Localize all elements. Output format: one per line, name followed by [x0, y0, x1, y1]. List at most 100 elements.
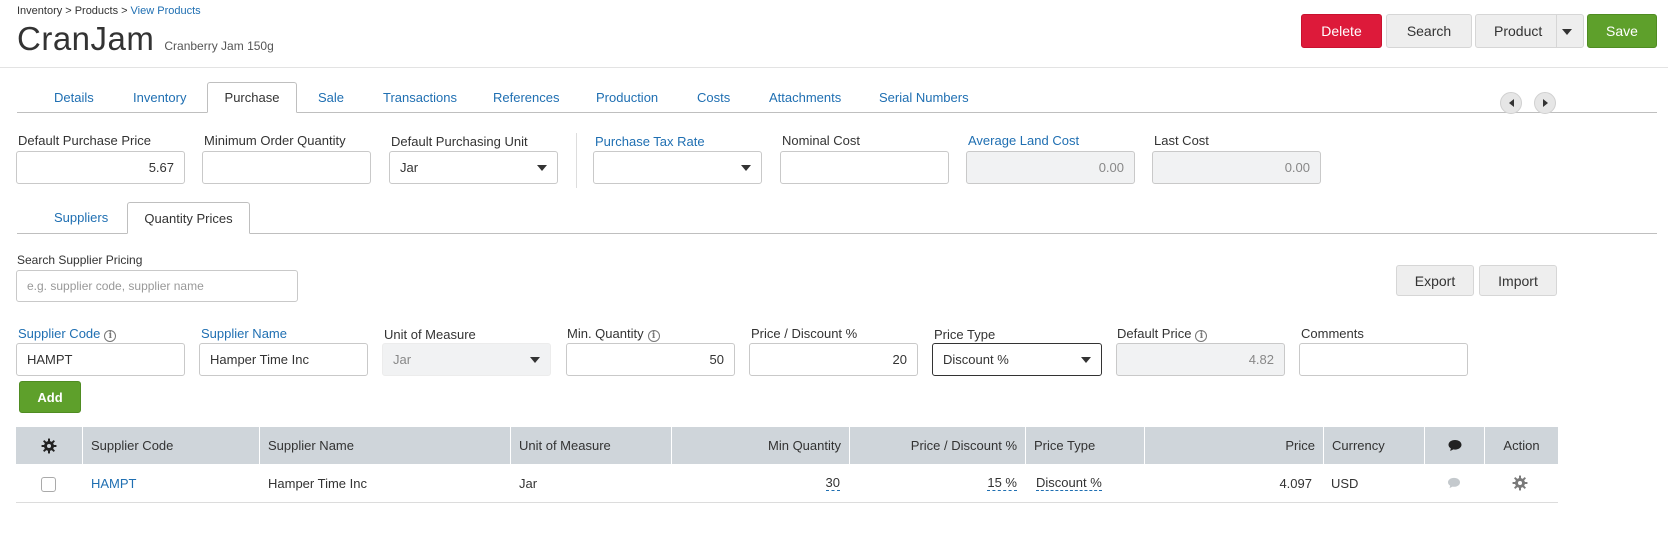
tab-inventory[interactable]: Inventory: [133, 90, 186, 105]
purchase-tax-rate-label[interactable]: Purchase Tax Rate: [595, 134, 705, 149]
column-min-quantity[interactable]: Min Quantity: [671, 427, 849, 464]
column-settings-button[interactable]: [16, 427, 81, 464]
default-purchasing-unit-value: Jar: [400, 160, 419, 175]
min-quantity-label: Min. Quantity i: [567, 326, 660, 342]
average-land-cost-input: 0.00: [966, 151, 1135, 184]
unit-of-measure-label: Unit of Measure: [384, 327, 476, 342]
row-supplier-code-link[interactable]: HAMPT: [91, 474, 137, 492]
tabs-scroll-left-button[interactable]: [1500, 92, 1522, 114]
nominal-cost-label: Nominal Cost: [782, 133, 861, 148]
column-currency[interactable]: Currency: [1323, 427, 1424, 464]
breadcrumb-separator: >: [65, 5, 72, 17]
row-divider: [16, 502, 1558, 503]
search-button[interactable]: Search: [1386, 14, 1472, 48]
breadcrumb-inventory[interactable]: Inventory: [17, 5, 62, 17]
min-quantity-label-text: Min. Quantity: [567, 326, 644, 341]
row-price-type-value[interactable]: Discount %: [1036, 475, 1102, 491]
row-currency: USD: [1331, 475, 1359, 491]
row-select-checkbox[interactable]: [41, 477, 56, 492]
row-action-button[interactable]: [1512, 474, 1529, 492]
subtab-quantity-prices[interactable]: Quantity Prices: [127, 202, 250, 234]
search-supplier-pricing-input[interactable]: e.g. supplier code, supplier name: [16, 270, 298, 302]
search-supplier-pricing-label: Search Supplier Pricing: [17, 253, 143, 267]
page-subtitle: Cranberry Jam 150g: [164, 39, 274, 53]
row-min-quantity-value[interactable]: 30: [825, 475, 840, 491]
tab-details[interactable]: Details: [54, 90, 94, 105]
caret-down-icon: [537, 165, 547, 171]
average-land-cost-label[interactable]: Average Land Cost: [968, 133, 1079, 148]
page-title: CranJam: [17, 20, 155, 57]
purchase-tax-rate-select[interactable]: [593, 151, 762, 184]
price-type-select[interactable]: Discount %: [932, 343, 1102, 376]
export-button[interactable]: Export: [1396, 265, 1474, 296]
supplier-name-input[interactable]: Hamper Time Inc: [199, 343, 368, 376]
tab-references[interactable]: References: [493, 90, 559, 105]
tab-attachments[interactable]: Attachments: [769, 90, 841, 105]
breadcrumb-view-products[interactable]: View Products: [131, 5, 201, 17]
row-price-discount[interactable]: 15 %: [849, 474, 1017, 492]
subtabs-divider: [17, 233, 1657, 234]
row-min-quantity[interactable]: 30: [671, 474, 840, 492]
row-price: 4.097: [1279, 475, 1312, 491]
add-button[interactable]: Add: [19, 381, 81, 413]
last-cost-label: Last Cost: [1154, 133, 1209, 148]
column-price-discount[interactable]: Price / Discount %: [849, 427, 1025, 464]
column-supplier-code[interactable]: Supplier Code: [82, 427, 259, 464]
section-divider: [576, 133, 577, 188]
default-price-label-text: Default Price: [1117, 326, 1192, 341]
info-icon[interactable]: i: [104, 330, 117, 342]
breadcrumb-separator: >: [121, 5, 128, 17]
breadcrumb-products[interactable]: Products: [75, 5, 118, 17]
tab-purchase[interactable]: Purchase: [207, 82, 297, 113]
delete-button[interactable]: Delete: [1301, 14, 1382, 48]
caret-down-icon: [530, 357, 540, 363]
tab-costs[interactable]: Costs: [697, 90, 730, 105]
comments-label: Comments: [1301, 326, 1364, 341]
info-icon[interactable]: i: [647, 330, 660, 342]
comments-input[interactable]: [1299, 343, 1468, 376]
import-button[interactable]: Import: [1479, 265, 1557, 296]
default-price-label: Default Price i: [1117, 326, 1208, 342]
chevron-right-icon: [1542, 99, 1548, 107]
default-purchase-price-label: Default Purchase Price: [18, 133, 151, 148]
row-comment-button[interactable]: [1447, 474, 1461, 492]
comment-icon: [1448, 477, 1460, 489]
price-type-value: Discount %: [943, 352, 1009, 367]
supplier-code-label: Supplier Code i: [18, 326, 117, 342]
row-unit-of-measure: Jar: [519, 475, 538, 491]
supplier-code-label-text[interactable]: Supplier Code: [18, 326, 100, 341]
gear-icon: [41, 438, 56, 453]
table-header: Supplier Code Supplier Name Unit of Meas…: [16, 427, 1558, 464]
product-button-label: Product: [1494, 23, 1543, 39]
row-price-type[interactable]: Discount %: [1036, 474, 1102, 492]
default-price-input: 4.82: [1116, 343, 1285, 376]
tabs-scroll-right-button[interactable]: [1534, 92, 1556, 114]
default-purchasing-unit-select[interactable]: Jar: [389, 151, 558, 184]
default-purchase-price-input[interactable]: 5.67: [16, 151, 185, 184]
price-discount-input[interactable]: 20: [749, 343, 918, 376]
min-quantity-input[interactable]: 50: [566, 343, 735, 376]
column-action: Action: [1484, 427, 1558, 464]
minimum-order-quantity-input[interactable]: [202, 151, 371, 184]
column-comments: [1424, 427, 1484, 464]
info-icon[interactable]: i: [1195, 330, 1208, 342]
row-price-discount-value[interactable]: 15 %: [987, 475, 1017, 491]
subtab-suppliers[interactable]: Suppliers: [54, 210, 108, 225]
caret-down-icon: [1081, 357, 1091, 363]
nominal-cost-input[interactable]: [780, 151, 949, 184]
tab-serial-numbers[interactable]: Serial Numbers: [879, 90, 969, 105]
column-unit-of-measure[interactable]: Unit of Measure: [510, 427, 671, 464]
supplier-code-input[interactable]: HAMPT: [16, 343, 185, 376]
tab-transactions[interactable]: Transactions: [383, 90, 457, 105]
caret-down-icon[interactable]: [1562, 29, 1572, 35]
save-button[interactable]: Save: [1587, 14, 1657, 48]
comment-icon: [1448, 440, 1461, 451]
column-price[interactable]: Price: [1144, 427, 1323, 464]
column-price-type[interactable]: Price Type: [1025, 427, 1144, 464]
tab-production[interactable]: Production: [596, 90, 658, 105]
button-divider: [1556, 15, 1557, 47]
tab-sale[interactable]: Sale: [318, 90, 344, 105]
column-supplier-name[interactable]: Supplier Name: [259, 427, 510, 464]
product-dropdown-button[interactable]: Product: [1475, 14, 1584, 48]
supplier-name-label[interactable]: Supplier Name: [201, 326, 287, 341]
